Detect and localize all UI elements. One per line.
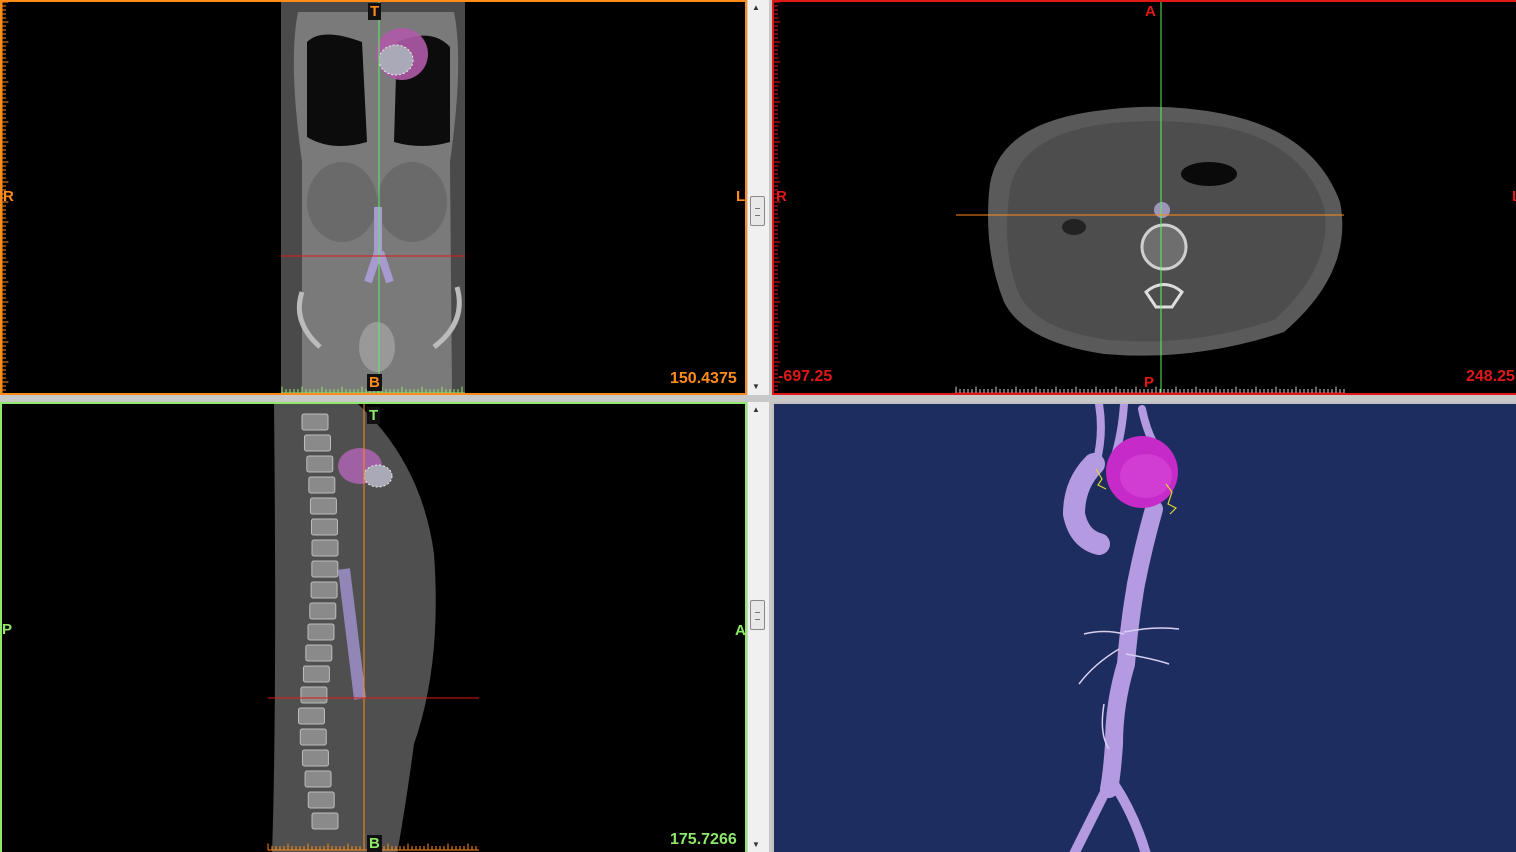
vertebra — [300, 686, 328, 704]
scroll-down-icon[interactable]: ▼ — [752, 382, 760, 391]
orientation-label-bottom: B — [367, 374, 382, 391]
vertebra — [311, 539, 339, 557]
axial-image — [774, 2, 1345, 393]
vertebra — [309, 497, 337, 515]
vertebra — [305, 644, 333, 662]
orientation-label-bottom: P — [1144, 374, 1155, 391]
vertebra — [304, 770, 332, 788]
vertebra — [310, 581, 338, 599]
window-min-value: -697.25 — [778, 368, 833, 385]
vertebra — [306, 455, 334, 473]
sagittal-view[interactable]: T B P A 175.7266 — [0, 402, 747, 852]
orientation-label-right: L — [736, 188, 746, 205]
orientation-label-left: R — [776, 188, 787, 205]
scroll-up-icon[interactable]: ▲ — [752, 3, 760, 12]
orientation-label-left: R — [3, 188, 14, 205]
orientation-label-right: A — [735, 622, 746, 639]
vertebra — [301, 749, 329, 767]
sagittal-scrollbar[interactable]: ▲ ▼ — [747, 402, 769, 852]
vertebra — [309, 602, 337, 620]
orientation-label-right: L — [1512, 188, 1516, 205]
orientation-label-top: A — [1145, 3, 1156, 20]
vertebra — [311, 560, 339, 578]
volume-3d-view[interactable] — [772, 402, 1516, 852]
vertebra — [311, 812, 339, 830]
aorta-3d-model-icon — [1062, 404, 1180, 852]
orientation-label-top: T — [367, 407, 381, 424]
vertebra — [303, 434, 331, 452]
vertebra — [307, 791, 335, 809]
vertebra — [308, 476, 336, 494]
scroll-up-icon[interactable]: ▲ — [752, 405, 760, 414]
vertebra — [310, 518, 338, 536]
orientation-label-left: P — [2, 621, 13, 638]
coronal-view[interactable]: T B R L 150.4375 — [0, 0, 747, 395]
vertebra — [307, 623, 335, 641]
axial-view[interactable]: A P R L -697.25 248.25 — [772, 0, 1516, 395]
vertebra — [302, 665, 330, 683]
orientation-label-top: T — [368, 3, 382, 20]
coronal-image — [2, 2, 465, 393]
coronal-scrollbar[interactable]: ▲ ▼ — [747, 0, 769, 395]
slice-position-value: 175.7266 — [670, 831, 737, 848]
slice-position-value: 150.4375 — [670, 370, 737, 387]
sagittal-image — [267, 404, 479, 852]
scroll-thumb[interactable] — [750, 196, 765, 226]
orientation-label-bottom: B — [367, 835, 382, 852]
scroll-thumb[interactable] — [750, 600, 765, 630]
vertebra — [297, 707, 325, 725]
window-max-value: 248.25 — [1466, 368, 1515, 385]
scroll-down-icon[interactable]: ▼ — [752, 840, 760, 849]
vertebra — [301, 413, 329, 431]
vertebra — [299, 728, 327, 746]
